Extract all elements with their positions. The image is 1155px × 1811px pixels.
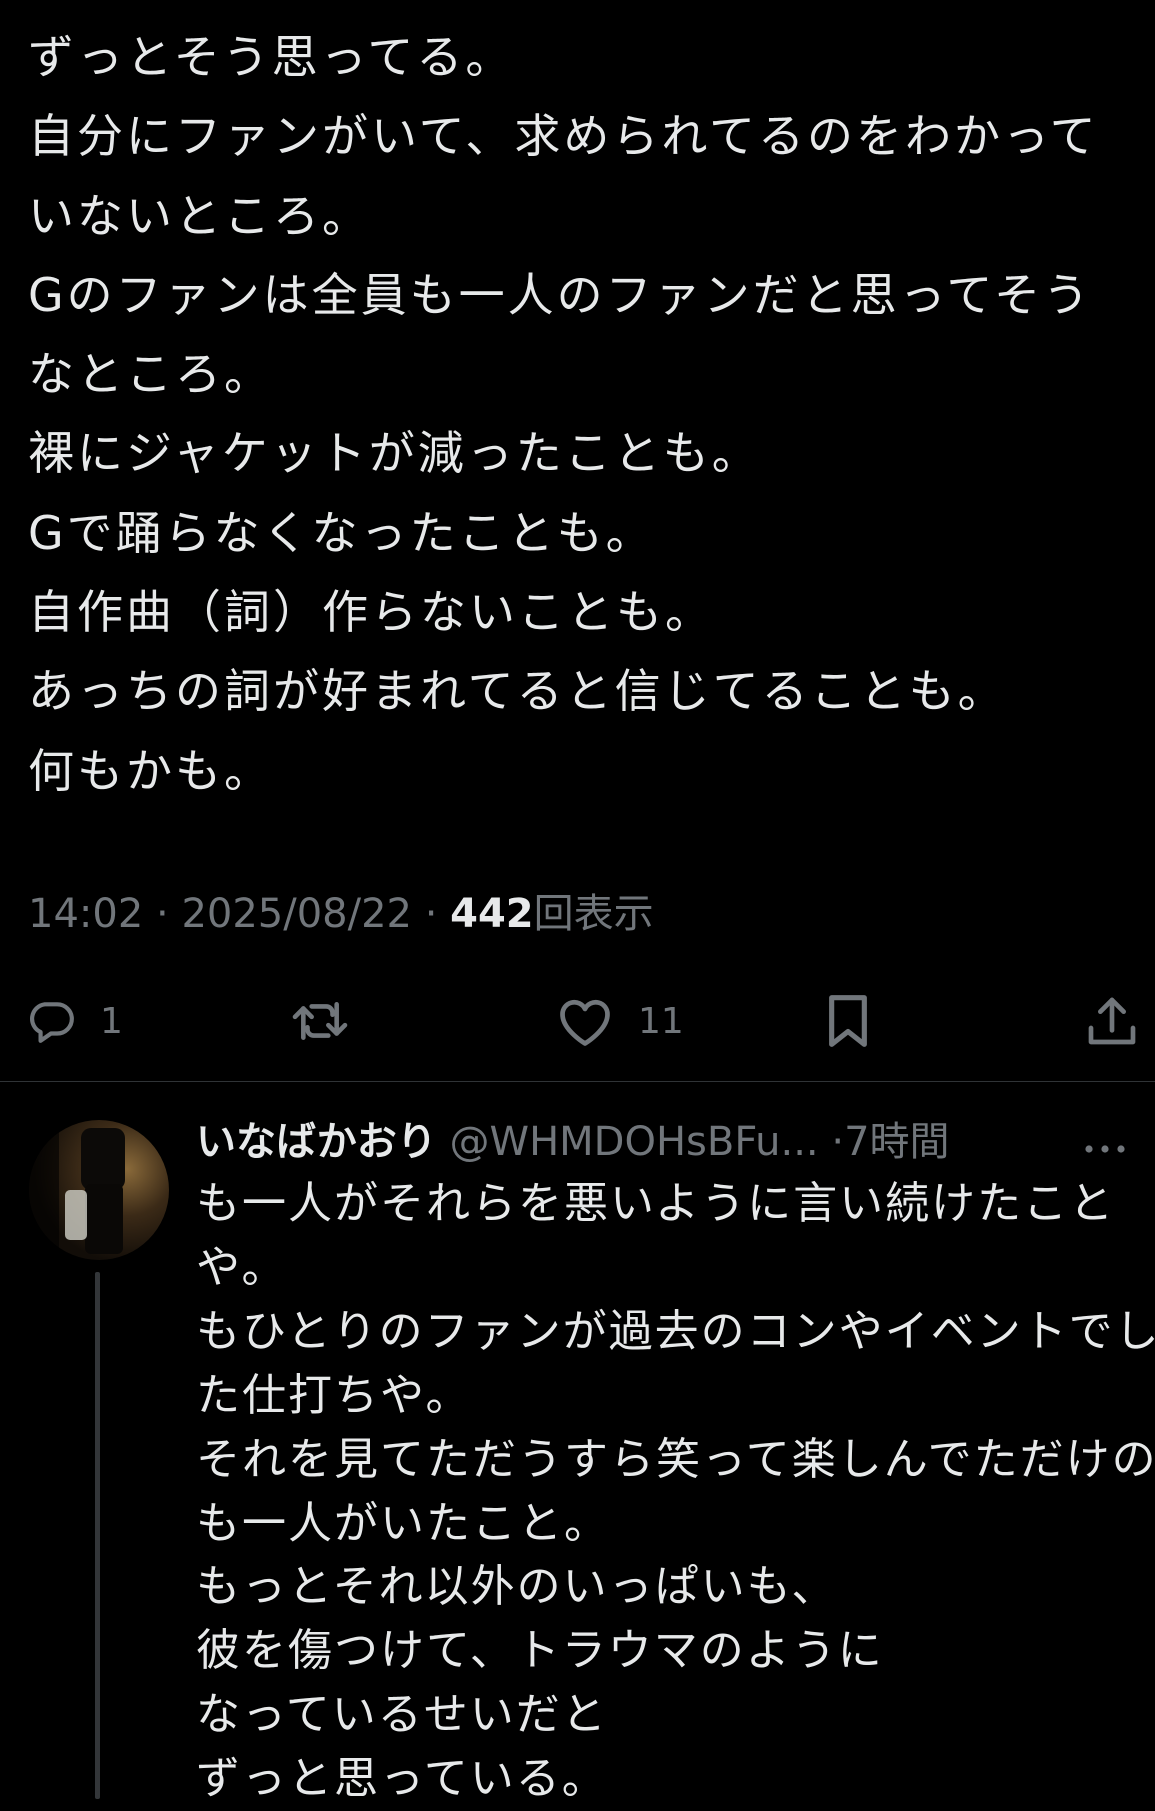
post-text-line: 何もかも。 — [28, 743, 273, 798]
reply-text-line: ずっと思っている。 — [196, 1753, 608, 1805]
post-meta: 14:02 · 2025/08/22 · 442回表示 — [28, 888, 654, 940]
reply-text-line: や。 — [196, 1241, 288, 1293]
post-text-line: 自分にファンがいて、求められてるのをわかって — [28, 109, 1099, 164]
reply-text-line: なっているせいだと — [196, 1689, 608, 1741]
reply-text-line: 彼を傷つけて、トラウマのように — [196, 1625, 884, 1677]
reply-text-line: も一人がいたこと。 — [196, 1497, 610, 1549]
reply-time[interactable]: 7時間 — [844, 1119, 949, 1165]
post-text-line: 裸にジャケットが減ったことも。 — [28, 426, 761, 481]
like-button[interactable]: 11 — [556, 985, 684, 1057]
reply-post[interactable]: いなばかおり @WHMDOHsBFu... ·7時間 も一人がそれらを悪いように… — [0, 1082, 1155, 1804]
post-text-line: あっちの詞が好まれてると信じてることも。 — [28, 664, 1007, 719]
post-body: ずっとそう思ってる。 自分にファンがいて、求められてるのをわかって いないところ… — [28, 18, 1138, 811]
like-count: 11 — [638, 1000, 684, 1042]
thread-line — [95, 1272, 100, 1799]
more-dots-icon — [1083, 1131, 1127, 1177]
reply-text-line: それを見てただうすら笑って楽しんでただけの — [196, 1433, 1155, 1485]
post-text-line: ずっとそう思ってる。 — [28, 30, 515, 84]
share-icon — [1084, 993, 1140, 1049]
reply-text-line: もっとそれ以外のいっぱいも、 — [196, 1561, 838, 1613]
reply-header: いなばかおり @WHMDOHsBFu... ·7時間 — [196, 1112, 1141, 1172]
avatar[interactable] — [29, 1120, 169, 1260]
meta-separator: · — [424, 891, 438, 937]
bookmark-icon — [824, 993, 872, 1049]
author-name[interactable]: いなばかおり — [196, 1119, 437, 1165]
repost-icon — [288, 996, 352, 1046]
meta-separator: · — [831, 1119, 845, 1165]
repost-button[interactable] — [288, 985, 352, 1057]
reply-text-line: もひとりのファンが過去のコンやイベントでし — [196, 1305, 1155, 1357]
reply-count: 1 — [100, 1000, 123, 1042]
reply-text-line: も一人がそれらを悪いように言い続けたこと — [196, 1178, 1116, 1229]
reply-body: も一人がそれらを悪いように言い続けたこと や。 もひとりのファンが過去のコンやイ… — [196, 1172, 1155, 1811]
author-handle[interactable]: @WHMDOHsBFu... — [450, 1119, 819, 1165]
post-text-line: Gで踊らなくなったことも。 — [28, 505, 655, 560]
reply-button[interactable]: 1 — [26, 985, 123, 1057]
views-count[interactable]: 442 — [450, 891, 534, 937]
meta-separator: · — [156, 891, 169, 937]
post-date[interactable]: 2025/08/22 — [181, 891, 412, 937]
post-actions: 1 11 — [0, 985, 1155, 1057]
views-label: 回表示 — [533, 891, 654, 937]
share-button[interactable] — [1084, 985, 1140, 1057]
post-text-line: なところ。 — [28, 347, 273, 402]
post-text-line: Gのファンは全員も一人のファンだと思ってそう — [28, 267, 1092, 322]
reply-text-line: た仕打ちや。 — [196, 1369, 472, 1421]
reply-bubble-icon — [26, 996, 76, 1046]
post-text-line: 自作曲（詞）作らないことも。 — [28, 585, 714, 640]
post-text-line: いないところ。 — [28, 188, 371, 243]
heart-icon — [556, 995, 614, 1047]
bookmark-button[interactable] — [824, 985, 872, 1057]
post-time[interactable]: 14:02 — [28, 891, 143, 937]
